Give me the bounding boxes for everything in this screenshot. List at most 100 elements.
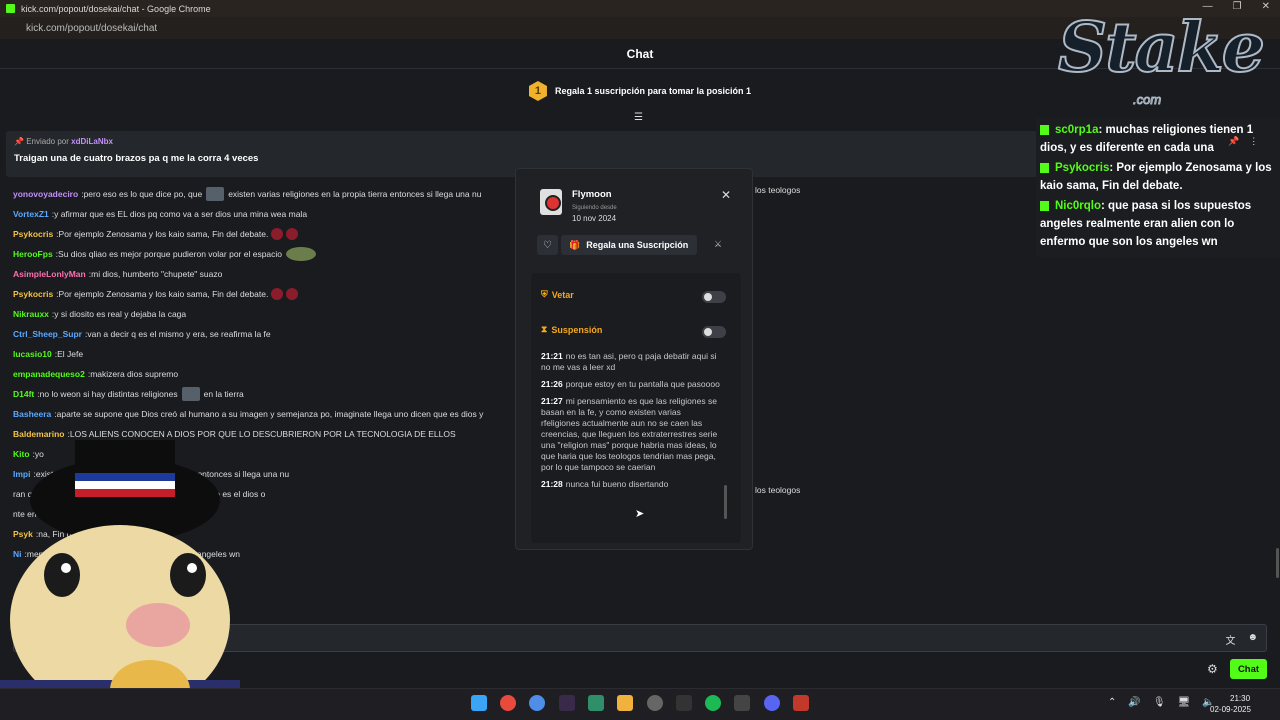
overlay-icons: 📌⋮	[1228, 136, 1268, 147]
chat-username[interactable]: Nikrauxx	[13, 304, 49, 324]
history-text: no es tan asi, pero q paja debatir aqui …	[541, 351, 717, 372]
hat-band-blue	[75, 473, 175, 481]
sent-by-user[interactable]: xdDiLaNbx	[71, 137, 113, 146]
chat-message[interactable]: Psykocris: Por ejemplo Zenosama y los ka…	[13, 224, 1013, 244]
app-icon[interactable]	[588, 695, 604, 711]
chrome-icon[interactable]	[500, 695, 516, 711]
chat-text: mi dios, humberto "chupete" suazo	[91, 269, 223, 279]
chat-text: van a decir q es el mismo y era, se reaf…	[87, 329, 271, 339]
history-time: 21:26	[541, 379, 563, 389]
heart-icon: ♡	[543, 239, 552, 251]
gear-icon[interactable]: ⚙	[1207, 662, 1218, 676]
chat-message[interactable]: Basheera: aparte se supone que Dios creó…	[13, 404, 1013, 424]
gift-sub-button[interactable]: 🎁 Regala una Suscripción	[561, 235, 697, 255]
chat-message[interactable]: D14ft: no lo weon si hay distintas relig…	[13, 384, 1013, 404]
frog-emote-icon	[286, 247, 317, 261]
suspension-label: Suspensión	[551, 324, 603, 335]
window-title: kick.com/popout/dosekai/chat - Google Ch…	[21, 3, 211, 14]
close-icon[interactable]: ✕	[721, 188, 731, 202]
pin-icon[interactable]: 📌	[1228, 136, 1249, 146]
rose-emote-icon	[286, 288, 299, 300]
hat-band-white	[75, 481, 175, 489]
gift-banner-text: Regala 1 suscripción para tomar la posic…	[554, 86, 752, 96]
collapse-icon[interactable]: ☰	[634, 112, 643, 123]
translate-icon[interactable]: 文	[1225, 632, 1235, 647]
suspension-row: ⧗ Suspensión	[541, 324, 602, 335]
discord-icon[interactable]	[764, 695, 780, 711]
message-history[interactable]: 21:21 no es tan asi, pero q paja debatir …	[541, 351, 721, 527]
more-options-icon[interactable]: ⋮	[1249, 136, 1268, 146]
clock-date[interactable]: 02-09-2025	[1210, 705, 1251, 714]
hourglass-icon: ⧗	[541, 324, 548, 334]
chevron-up-icon[interactable]: ⌃	[1108, 697, 1116, 708]
mouse-cursor-icon: ➤	[635, 508, 645, 520]
app-icon[interactable]	[647, 695, 663, 711]
chat-username[interactable]: Psykocris	[13, 224, 53, 244]
rose-emote-icon	[271, 228, 284, 240]
pin-icon: 📌	[14, 137, 24, 146]
chat-message[interactable]: yonovoyadeciro: pero eso es lo que dice …	[13, 184, 1013, 204]
kick-icon	[1040, 162, 1049, 173]
emote-icon	[181, 387, 200, 401]
network-icon[interactable]: 🖥	[1178, 697, 1191, 708]
chat-message[interactable]: lucasio10: El Jefe	[13, 344, 1013, 364]
history-scrollbar[interactable]	[724, 485, 727, 519]
cat-mascot-overlay	[0, 440, 240, 720]
app-icon[interactable]	[793, 695, 809, 711]
chat-username[interactable]: yonovoyadeciro	[13, 184, 78, 204]
mic-icon[interactable]: 🎙	[1153, 697, 1166, 708]
medal-icon: 1	[528, 81, 547, 101]
mod-sword-icon[interactable]: ⚔	[714, 239, 722, 250]
follow-heart-button[interactable]: ♡	[537, 235, 558, 255]
hat-band-red	[75, 489, 175, 497]
chat-username[interactable]: VortexZ1	[13, 204, 49, 224]
chat-message[interactable]: HerooFps: Su dios qliao es mejor porque …	[13, 244, 1013, 264]
kick-favicon-icon	[6, 4, 15, 13]
history-time: 21:27	[541, 396, 563, 406]
composer-icons: 文 ☻	[1225, 632, 1258, 647]
chat-message[interactable]: AsimpleLonlyMan: mi dios, humberto "chup…	[13, 264, 1013, 284]
veto-toggle[interactable]	[702, 291, 726, 303]
chat-message[interactable]: VortexZ1: y afirmar que es EL dios pq co…	[13, 204, 1013, 224]
app-icon[interactable]	[676, 695, 692, 711]
chat-username[interactable]: Psykocris	[13, 284, 53, 304]
following-since-date: 10 nov 2024	[572, 214, 617, 223]
veto-row: ⛨ Vetar	[541, 289, 574, 300]
folder-icon[interactable]	[617, 695, 633, 711]
page-scrollbar[interactable]	[1276, 548, 1279, 578]
suspension-toggle[interactable]	[702, 326, 726, 338]
user-name[interactable]: Flymoon	[572, 189, 612, 200]
sent-by-label: Enviado por	[26, 137, 69, 146]
history-message: 21:28 nunca fui bueno disertando	[541, 479, 721, 490]
app-icon[interactable]	[734, 695, 750, 711]
chat-message[interactable]: Nikrauxx: y si diosito es real y dejaba …	[13, 304, 1013, 324]
emoji-icon[interactable]: ☻	[1247, 632, 1258, 647]
chat-message[interactable]: Ctrl_Sheep_Supr: van a decir q es el mis…	[13, 324, 1013, 344]
windows-start-icon[interactable]	[471, 695, 487, 711]
ccleaner-icon[interactable]	[529, 695, 545, 711]
chat-text: Por ejemplo Zenosama y los kaio sama, Fi…	[58, 229, 269, 239]
chat-text-continued: existen varias religiones en la propia t…	[228, 189, 482, 199]
chat-username[interactable]: HerooFps	[13, 244, 53, 264]
chat-username[interactable]: D14ft	[13, 384, 34, 404]
chat-username[interactable]: Basheera	[13, 404, 51, 424]
gift-icon: 🎁	[569, 239, 581, 250]
clock-time[interactable]: 21:30	[1230, 694, 1250, 703]
spotify-icon[interactable]	[705, 695, 721, 711]
send-chat-button[interactable]: Chat	[1230, 659, 1267, 679]
chat-message[interactable]: Psykocris: Por ejemplo Zenosama y los ka…	[13, 284, 1013, 304]
chat-message[interactable]: empanadequeso2: makizera dios supremo	[13, 364, 1013, 384]
stake-logo: Stake	[1057, 7, 1266, 89]
history-text: porque estoy en tu pantalla que pasoooo	[565, 379, 720, 389]
avatar	[540, 189, 562, 215]
chat-text: makizera dios supremo	[90, 369, 179, 379]
chat-username[interactable]: lucasio10	[13, 344, 52, 364]
chat-username[interactable]: Ctrl_Sheep_Supr	[13, 324, 82, 344]
volume-icon[interactable]: 🔊	[1128, 697, 1140, 708]
chat-username[interactable]: empanadequeso2	[13, 364, 85, 384]
chat-text: no lo weon si hay distintas religiones	[39, 389, 178, 399]
system-tray: ⌃ 🔊 🎙 🖥 🔈	[1108, 697, 1215, 708]
app-icon[interactable]	[559, 695, 575, 711]
chat-text: Su dios qliao es mejor porque pudieron v…	[58, 249, 283, 259]
chat-username[interactable]: AsimpleLonlyMan	[13, 264, 86, 284]
